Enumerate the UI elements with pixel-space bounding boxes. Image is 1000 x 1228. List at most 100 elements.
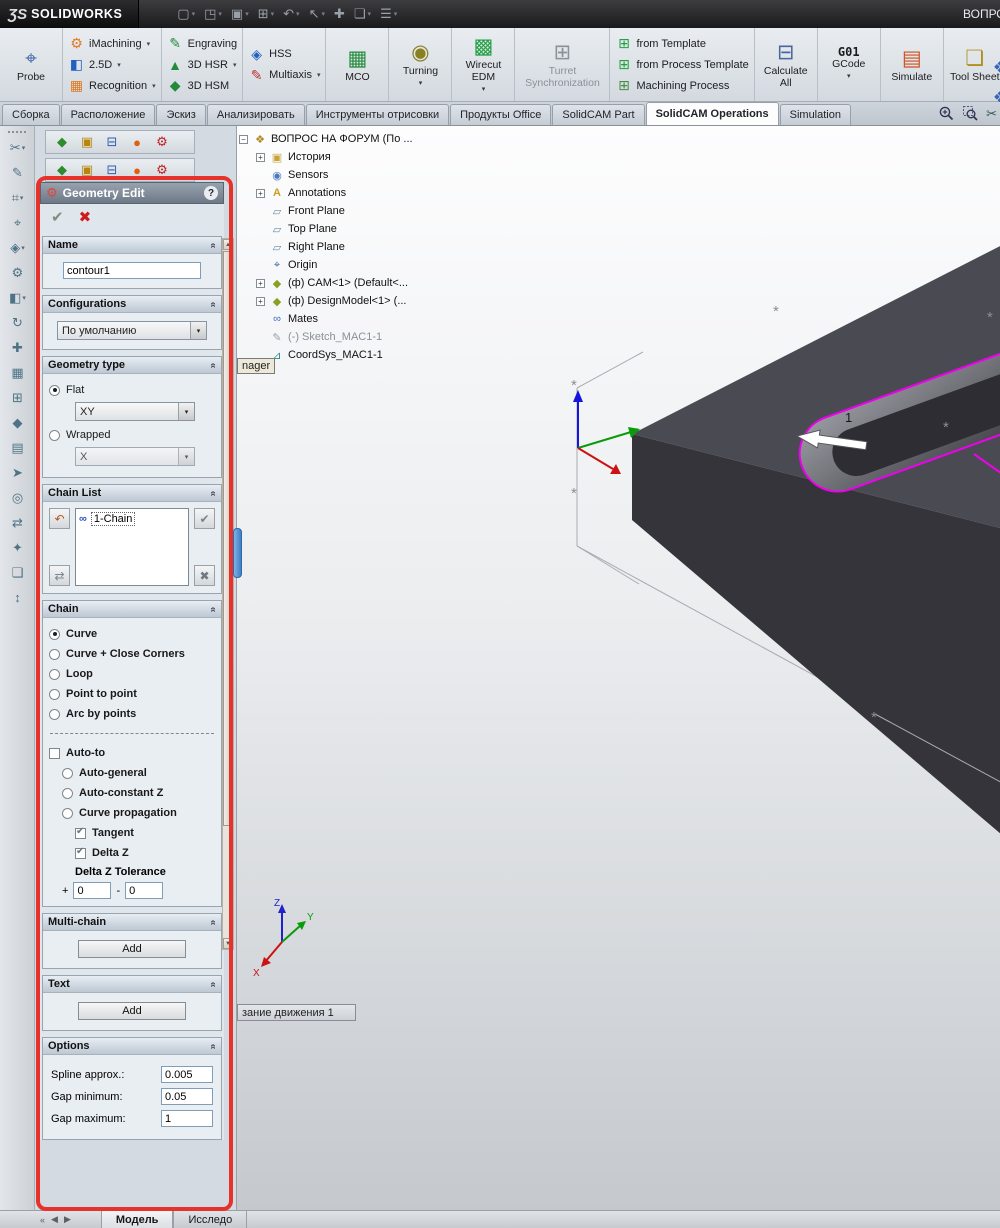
section-options-header[interactable]: Options «	[43, 1038, 221, 1055]
left-tool-11-icon[interactable]: ⊞	[0, 385, 35, 410]
left-tool-18-icon[interactable]: ❏	[0, 560, 35, 585]
tree-item-right-plane[interactable]: ▱ Right Plane	[239, 238, 413, 256]
tree-item-cam[interactable]: + ◆ (ф) CAM<1> (Default<...	[239, 274, 413, 292]
chain-option-arc-by-points[interactable]: Arc by points	[49, 704, 215, 724]
turning-button[interactable]: ◉ Turning ▾	[394, 40, 446, 90]
tree-item-sketch-mac1[interactable]: ✎ (-) Sketch_MAC1-1	[239, 328, 413, 346]
feature-manager-icon[interactable]: ◆	[52, 134, 72, 150]
machining-process-button[interactable]: ⊞ Machining Process	[615, 75, 748, 96]
save-icon[interactable]: ▣ ▾	[231, 6, 249, 22]
section-configurations-header[interactable]: Configurations «	[43, 296, 221, 313]
engraving-button[interactable]: ✎ Engraving	[167, 33, 237, 54]
tree-item-history[interactable]: + ▣ История	[239, 148, 413, 166]
probe-button[interactable]: ⌖ Probe	[5, 46, 57, 83]
cancel-button[interactable]: ✖	[79, 208, 92, 226]
tab-layout[interactable]: Расположение	[60, 104, 156, 125]
print-icon[interactable]: ⊞ ▾	[258, 6, 274, 22]
collapse-box-icon[interactable]: −	[239, 134, 248, 144]
delta-z-option[interactable]: Delta Z	[49, 843, 215, 863]
left-tool-14-icon[interactable]: ➤	[0, 460, 35, 485]
left-tool-2-icon[interactable]: ✎	[0, 160, 35, 185]
dimxpert-manager-icon[interactable]: ●	[127, 163, 147, 178]
tree-item-mates[interactable]: ∞ Mates	[239, 310, 413, 328]
loop-radio[interactable]	[49, 668, 60, 680]
nav-first-icon[interactable]: «	[40, 1215, 45, 1225]
auto-general-option[interactable]: Auto-general	[49, 763, 215, 783]
section-chain-list-header[interactable]: Chain List «	[43, 485, 221, 502]
turning-dropdown-icon[interactable]: ▾	[419, 78, 423, 90]
expand-box-icon[interactable]: +	[256, 278, 265, 288]
undo-icon[interactable]: ↶ ▾	[283, 6, 299, 22]
delete-chain-button[interactable]: ✖	[194, 565, 215, 586]
wrapped-radio[interactable]	[49, 429, 60, 441]
property-manager-icon[interactable]: ▣	[77, 134, 97, 150]
tab-evaluate[interactable]: Анализировать	[206, 104, 305, 125]
open-icon[interactable]: ◳ ▾	[204, 6, 222, 22]
name-input[interactable]	[63, 262, 201, 279]
new-document-icon[interactable]: ▢ ▾	[177, 6, 195, 22]
section-text-header[interactable]: Text «	[43, 976, 221, 993]
configuration-manager-icon[interactable]: ⊟	[102, 162, 122, 178]
curve-radio[interactable]	[49, 628, 60, 640]
clipped-tool-icon[interactable]: ❖	[993, 58, 1000, 78]
auto-to-option[interactable]: Auto-to	[49, 743, 215, 763]
curve-propagation-option[interactable]: Curve propagation	[49, 803, 215, 823]
left-tool-4-icon[interactable]: ⌖	[0, 210, 35, 235]
tangent-checkbox[interactable]	[75, 826, 86, 839]
expand-box-icon[interactable]: +	[256, 296, 265, 306]
left-tool-15-icon[interactable]: ◎	[0, 485, 35, 510]
gap-maximum-input[interactable]	[161, 1110, 213, 1127]
tab-render-tools[interactable]: Инструменты отрисовки	[305, 104, 450, 125]
chain-option-curve-close-corners[interactable]: Curve + Close Corners	[49, 644, 215, 664]
expand-box-icon[interactable]: +	[256, 188, 265, 198]
wrapped-axis-select[interactable]: X ▾	[75, 447, 195, 466]
curve-propagation-radio[interactable]	[62, 807, 73, 819]
multiaxis-dropdown-icon[interactable]: ▾	[317, 71, 321, 79]
wirecut-edm-button[interactable]: ▩ Wirecut EDM ▾	[457, 34, 509, 96]
tab-office-products[interactable]: Продукты Office	[450, 104, 552, 125]
panel-splitter-handle[interactable]	[233, 528, 242, 578]
flat-option[interactable]: Flat	[49, 380, 215, 400]
property-manager-icon[interactable]: ▣	[77, 162, 97, 178]
from-template-button[interactable]: ⊞ from Template	[615, 33, 748, 54]
tree-item-sensors[interactable]: ◉ Sensors	[239, 166, 413, 184]
chain-option-loop[interactable]: Loop	[49, 664, 215, 684]
recognition-button[interactable]: ▦ Recognition ▾	[68, 75, 156, 96]
toolbar-grip[interactable]	[8, 131, 26, 133]
tree-item-root[interactable]: − ❖ ВОПРОС НА ФОРУМ (По ...	[239, 130, 413, 148]
section-geometry-type-header[interactable]: Geometry type «	[43, 357, 221, 374]
section-chain-header[interactable]: Chain «	[43, 601, 221, 618]
chain-option-point-to-point[interactable]: Point to point	[49, 684, 215, 704]
tangent-option[interactable]: Tangent	[49, 823, 215, 843]
dimxpert-manager-icon[interactable]: ●	[127, 135, 147, 150]
recognition-dropdown-icon[interactable]: ▾	[152, 82, 156, 90]
3d-hsr-dropdown-icon[interactable]: ▾	[233, 61, 237, 69]
from-process-template-button[interactable]: ⊞ from Process Template	[615, 54, 749, 75]
tab-sketch[interactable]: Эскиз	[156, 104, 206, 125]
gcode-dropdown-icon[interactable]: ▾	[847, 71, 851, 83]
auto-general-radio[interactable]	[62, 767, 73, 779]
left-tool-12-icon[interactable]: ◆	[0, 410, 35, 435]
auto-to-checkbox[interactable]	[49, 747, 60, 759]
ok-button[interactable]: ✔	[51, 208, 64, 226]
left-tool-6-icon[interactable]: ⚙	[0, 260, 35, 285]
section-multi-chain-header[interactable]: Multi-chain «	[43, 914, 221, 931]
left-tool-9-icon[interactable]: ✚	[0, 335, 35, 360]
tree-item-front-plane[interactable]: ▱ Front Plane	[239, 202, 413, 220]
select-cursor-icon[interactable]: ↖ ▾	[309, 6, 325, 22]
nav-next-icon[interactable]: ▶	[64, 1214, 71, 1225]
undo-chain-button[interactable]: ↶	[49, 508, 70, 529]
tab-simulation[interactable]: Simulation	[779, 104, 851, 125]
help-button[interactable]: ?	[204, 186, 218, 200]
flat-radio[interactable]	[49, 384, 60, 396]
left-tool-16-icon[interactable]: ⇄	[0, 510, 35, 535]
multi-chain-add-button[interactable]: Add	[78, 940, 186, 958]
auto-constant-z-option[interactable]: Auto-constant Z	[49, 783, 215, 803]
wirecut-dropdown-icon[interactable]: ▾	[482, 84, 486, 96]
calculate-all-button[interactable]: ⊟ Calculate All	[760, 40, 812, 89]
tab-model[interactable]: Модель	[100, 1211, 174, 1228]
point-to-point-radio[interactable]	[49, 688, 60, 700]
chain-option-curve[interactable]: Curve	[49, 624, 215, 644]
turret-sync-button[interactable]: ⊞ Turret Synchronization	[520, 40, 604, 89]
tolerance-plus-input[interactable]	[73, 882, 112, 899]
